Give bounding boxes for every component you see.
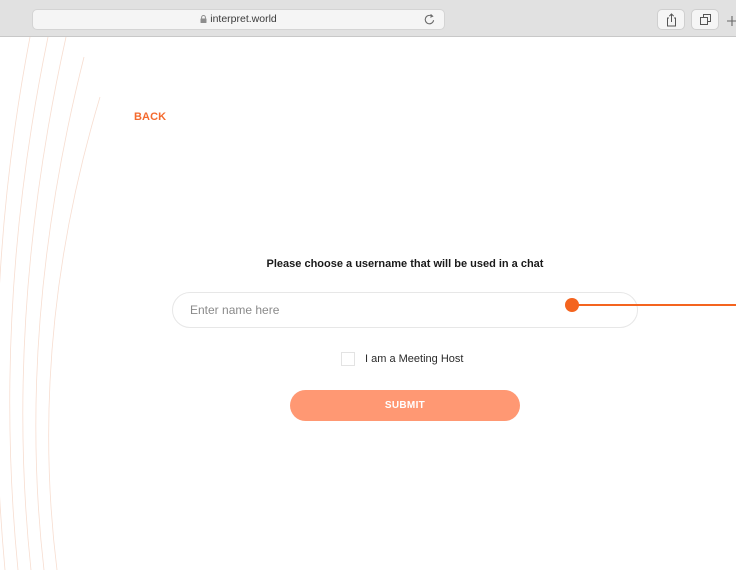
decorative-arcs — [0, 37, 101, 570]
browser-toolbar: interpret.world — [0, 0, 736, 37]
submit-button[interactable]: SUBMIT — [290, 390, 520, 421]
meeting-host-checkbox[interactable] — [341, 352, 355, 366]
share-icon — [667, 13, 676, 27]
pointer-dot — [565, 298, 579, 312]
share-button[interactable] — [657, 9, 685, 30]
url-text: interpret.world — [210, 13, 277, 25]
address-bar[interactable]: interpret.world — [32, 9, 445, 30]
tabs-button[interactable] — [691, 9, 719, 30]
plus-icon[interactable] — [726, 15, 736, 27]
meeting-host-option[interactable]: I am a Meeting Host — [341, 351, 463, 367]
username-prompt: Please choose a username that will be us… — [266, 258, 544, 270]
meeting-host-label: I am a Meeting Host — [365, 353, 464, 365]
reload-icon[interactable] — [423, 13, 436, 26]
pointer-line — [578, 304, 736, 306]
tabs-icon — [700, 14, 711, 25]
lock-icon — [200, 15, 207, 23]
back-link[interactable]: BACK — [134, 111, 166, 123]
